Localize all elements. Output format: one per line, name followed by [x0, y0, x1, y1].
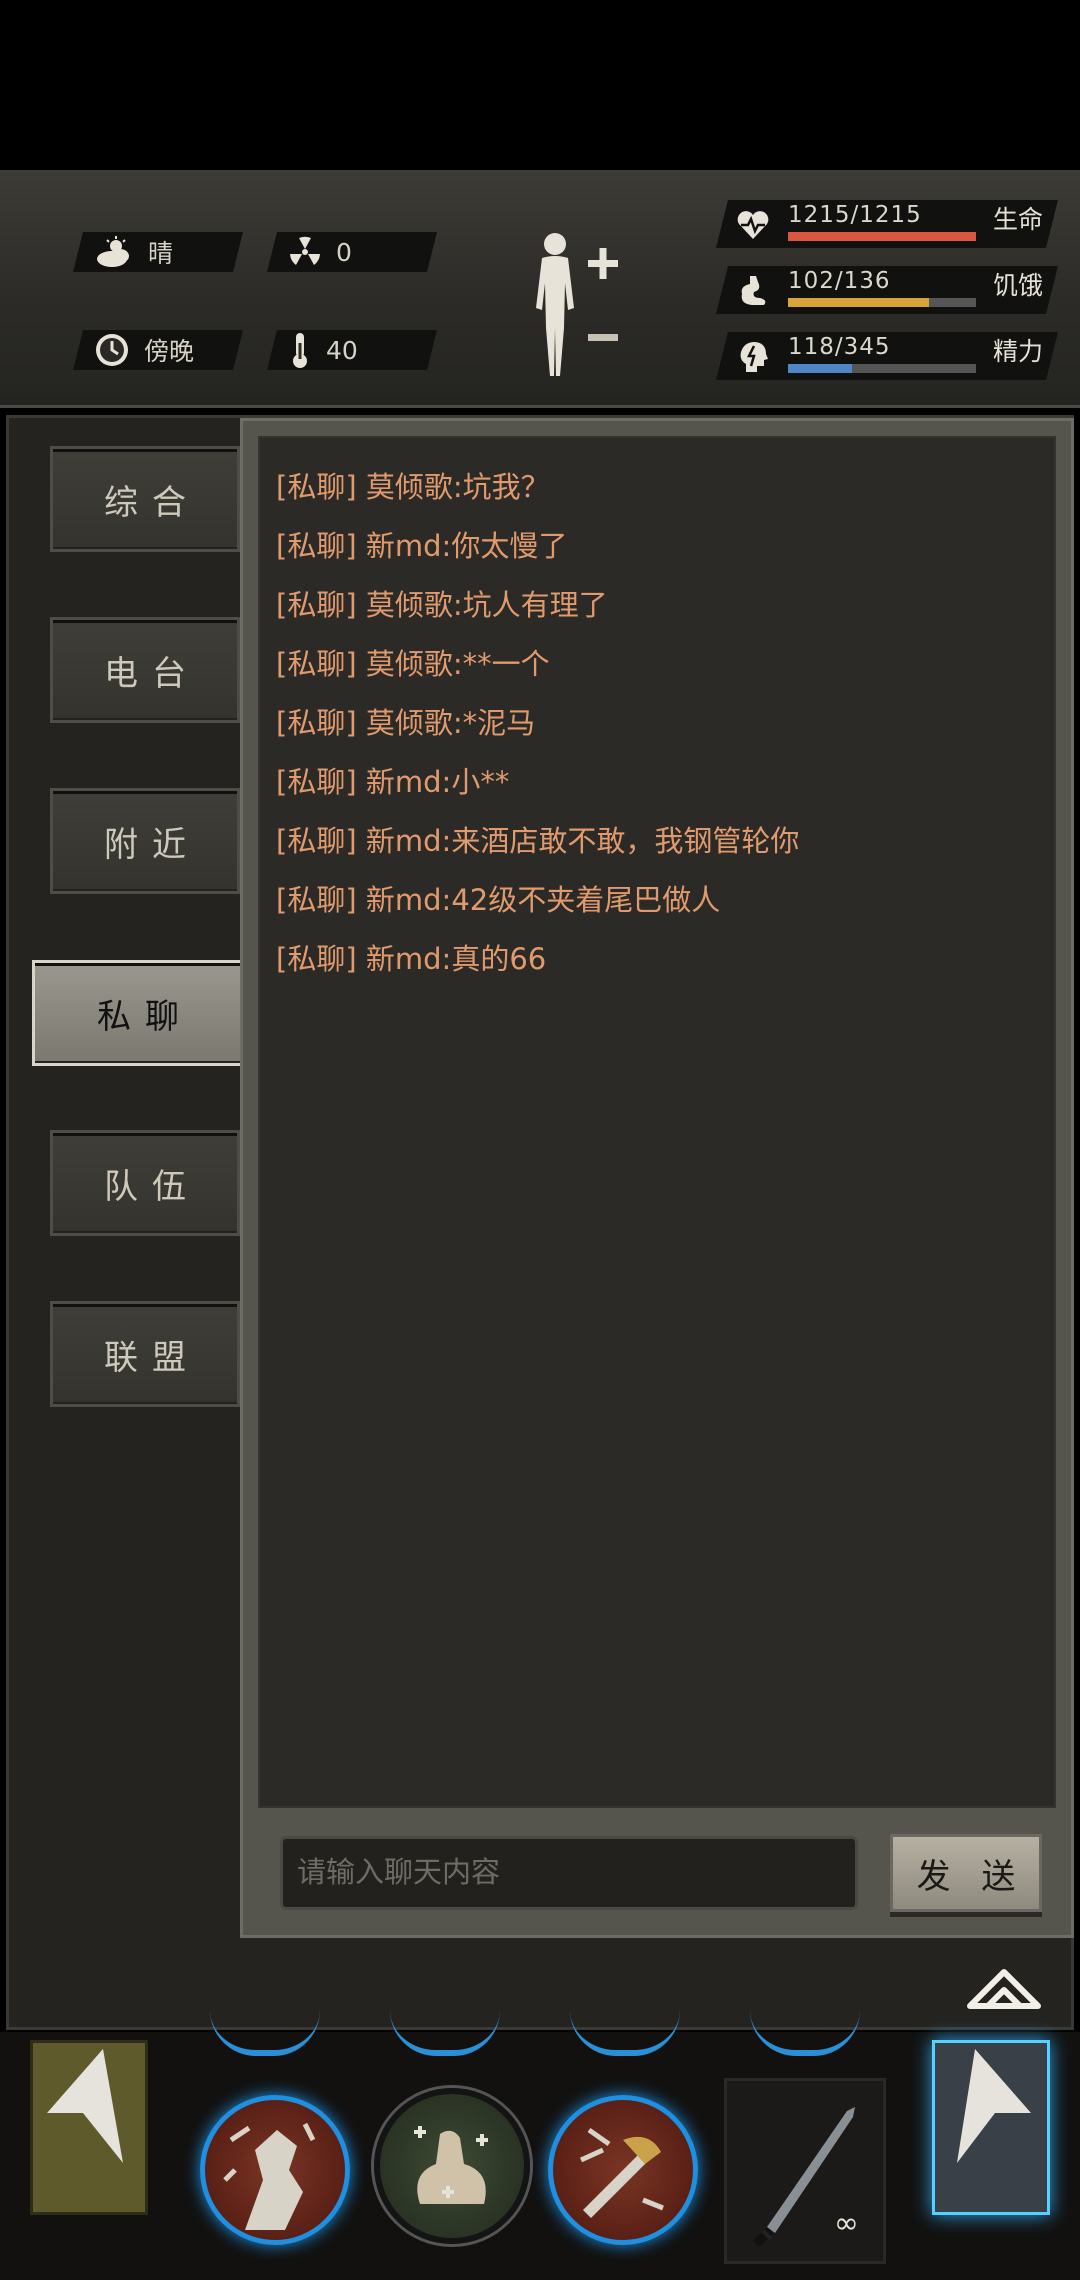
tab-team[interactable]: 队伍	[50, 1130, 240, 1236]
chat-input[interactable]: 请输入聊天内容	[280, 1836, 858, 1910]
temperature-chip: 40	[267, 330, 437, 370]
hunger-bar-fill	[788, 298, 929, 307]
message-channel: [私聊]	[276, 588, 357, 622]
health-bar-fill	[788, 232, 976, 241]
message-text: 真的66	[451, 942, 547, 976]
hunger-bar	[788, 298, 976, 307]
message-channel: [私聊]	[276, 883, 357, 917]
message-sender: 莫倾歌	[365, 588, 453, 622]
action-bar	[0, 2032, 1080, 2280]
message-channel: [私聊]	[276, 765, 357, 799]
radiation-value: 0	[336, 237, 352, 267]
fist-smash-icon	[223, 2122, 316, 2230]
arrow-right-icon	[957, 2049, 1031, 2163]
message-text: 坑我？	[462, 470, 550, 504]
skill-slot-3[interactable]	[548, 2095, 698, 2245]
hunger-value: 102/136	[788, 268, 891, 294]
tab-label: 附近	[104, 824, 200, 865]
chat-message: [私聊] 新md:你太慢了	[276, 529, 568, 563]
arrow-left-icon	[47, 2049, 123, 2163]
message-channel: [私聊]	[276, 824, 357, 858]
axe-strike-icon	[579, 2127, 664, 2218]
energy-label: 精力	[993, 337, 1044, 366]
weather-chip: 晴	[73, 232, 243, 272]
tab-alliance[interactable]: 联盟	[50, 1301, 240, 1407]
tab-general[interactable]: 综合	[50, 446, 240, 552]
double-chevron-up-icon	[967, 1969, 1041, 2009]
weapon-slot[interactable]: ∞	[724, 2078, 886, 2264]
message-sender: 莫倾歌	[365, 470, 453, 504]
tab-label: 队伍	[104, 1166, 200, 1207]
thermometer-icon	[293, 333, 307, 368]
message-channel: [私聊]	[276, 529, 357, 563]
message-channel: [私聊]	[276, 470, 357, 504]
previous-page-button[interactable]	[30, 2040, 148, 2215]
message-sender: 新md	[365, 942, 442, 976]
character-body-button[interactable]	[520, 228, 650, 378]
collapse-chat-button[interactable]	[964, 1962, 1044, 2012]
tab-label: 联盟	[104, 1337, 200, 1378]
heal-splat-icon	[414, 2126, 488, 2204]
message-text: 小**	[451, 765, 510, 799]
chat-message: [私聊] 莫倾歌:坑我？	[276, 470, 550, 504]
message-sender: 新md	[365, 529, 442, 563]
message-channel: [私聊]	[276, 942, 357, 976]
send-button-label: 发 送	[916, 1856, 1026, 1897]
hunger-label: 饥饿	[993, 271, 1044, 300]
time-chip: 傍晚	[73, 330, 243, 370]
weather-text: 晴	[148, 239, 174, 268]
message-sender: 新md	[365, 883, 442, 917]
cloud-sun-icon	[97, 236, 129, 267]
message-text: 来酒店敢不敢，我钢管轮你	[451, 824, 800, 858]
message-text: **一个	[462, 647, 550, 681]
heart-pulse-icon	[737, 211, 769, 239]
chat-message: [私聊] 莫倾歌:*泥马	[276, 706, 536, 740]
radiation-chip: 0	[267, 232, 437, 272]
time-of-day-text: 傍晚	[144, 337, 195, 366]
health-bar	[788, 232, 976, 241]
message-channel: [私聊]	[276, 706, 357, 740]
machete-icon	[753, 2107, 855, 2247]
tab-label: 私聊	[97, 996, 193, 1037]
tab-label: 综合	[104, 482, 200, 523]
message-sender: 新md	[365, 765, 442, 799]
message-text: 42级不夹着尾巴做人	[451, 883, 721, 917]
chat-message: [私聊] 莫倾歌:**一个	[276, 647, 550, 681]
message-channel: [私聊]	[276, 647, 357, 681]
weapon-durability: ∞	[834, 2206, 859, 2241]
tab-label: 电台	[104, 653, 200, 694]
message-text: 你太慢了	[451, 529, 568, 563]
message-text: 坑人有理了	[462, 588, 608, 622]
message-text: *泥马	[462, 706, 536, 740]
stomach-icon	[741, 276, 766, 305]
chat-message: [私聊] 新md:42级不夹着尾巴做人	[276, 883, 721, 917]
chat-message: [私聊] 莫倾歌:坑人有理了	[276, 588, 608, 622]
tab-radio[interactable]: 电台	[50, 617, 240, 723]
next-page-button[interactable]	[932, 2040, 1050, 2215]
radiation-icon	[290, 236, 320, 265]
health-label: 生命	[993, 205, 1044, 234]
tab-nearby[interactable]: 附近	[50, 788, 240, 894]
clock-icon	[96, 334, 128, 366]
skill-slot-1[interactable]	[200, 2095, 350, 2245]
brain-head-icon	[740, 342, 768, 372]
chat-message: [私聊] 新md:小**	[276, 765, 510, 799]
energy-bar	[788, 364, 976, 373]
send-button[interactable]: 发 送	[890, 1834, 1042, 1912]
message-sender: 莫倾歌	[365, 706, 453, 740]
message-sender: 新md	[365, 824, 442, 858]
chat-message: [私聊] 新md:来酒店敢不敢，我钢管轮你	[276, 824, 800, 858]
message-sender: 莫倾歌	[365, 647, 453, 681]
chat-message: [私聊] 新md:真的66	[276, 942, 547, 976]
skill-slot-2[interactable]	[374, 2088, 530, 2244]
body-figure-icon	[536, 233, 618, 376]
energy-value: 118/345	[788, 334, 891, 360]
health-value: 1215/1215	[788, 202, 922, 228]
energy-bar-fill	[788, 364, 853, 373]
temperature-value: 40	[326, 335, 358, 365]
tab-private-chat[interactable]: 私聊	[32, 960, 244, 1066]
